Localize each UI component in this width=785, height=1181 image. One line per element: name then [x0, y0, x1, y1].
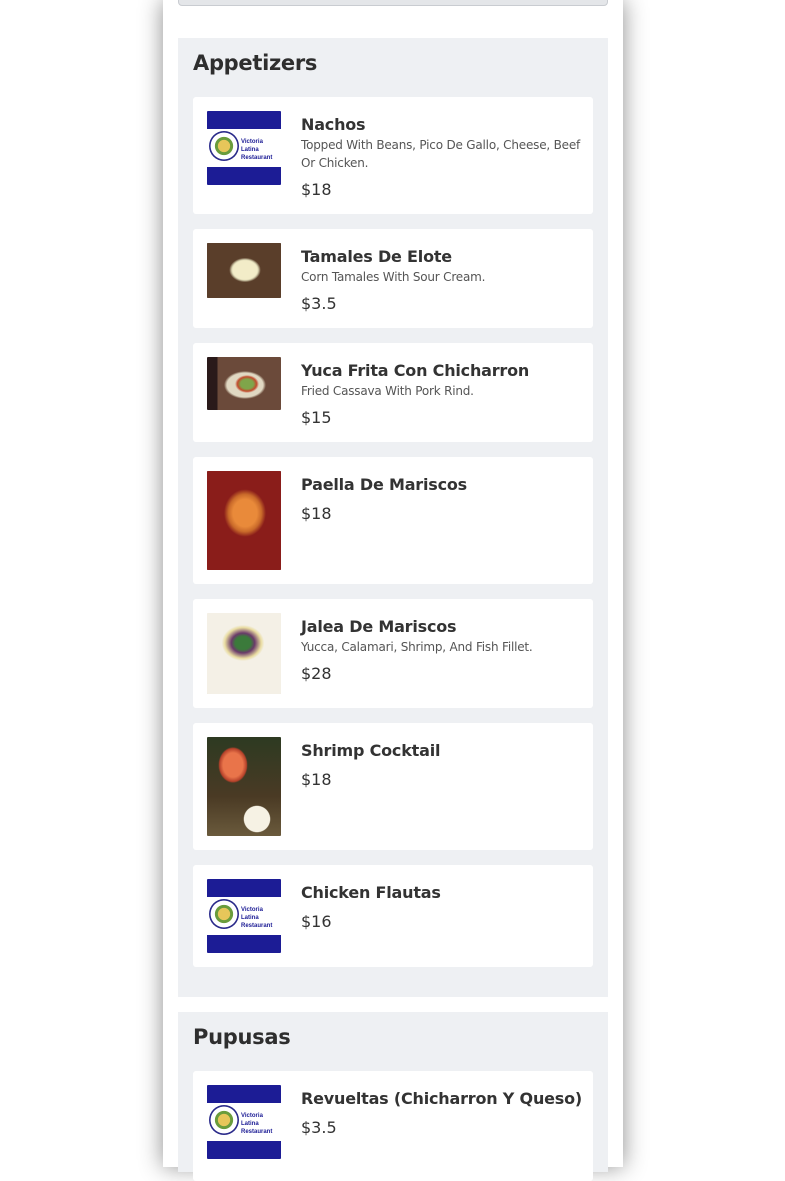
item-price: $15	[301, 408, 332, 427]
logo-text: Victoria Latina	[241, 1113, 263, 1127]
menu-section-pupusas: Pupusas Victoria Latina Restaurant Revuel…	[178, 1012, 608, 1181]
item-name: Tamales De Elote	[301, 247, 452, 266]
menu-item-shrimp-cocktail[interactable]: Shrimp Cocktail $18	[193, 723, 593, 850]
logo-text: Restaurant	[241, 155, 273, 161]
item-image-tamales	[207, 243, 281, 298]
menu-item-revueltas[interactable]: Victoria Latina Restaurant Revueltas (Chi…	[193, 1071, 593, 1181]
item-description: Topped With Beans, Pico De Gallo, Cheese…	[301, 138, 581, 170]
logo-text: Restaurant	[241, 1129, 273, 1135]
item-name: Jalea De Mariscos	[301, 617, 457, 636]
item-description: Yucca, Calamari, Shrimp, And Fish Fillet…	[301, 640, 533, 654]
item-image-yuca	[207, 357, 281, 410]
menu-item-chicken-flautas[interactable]: Victoria Latina Restaurant Chicken Flauta…	[193, 865, 593, 967]
item-name: Shrimp Cocktail	[301, 741, 441, 760]
item-price: $3.5	[301, 1118, 337, 1137]
item-price: $28	[301, 664, 332, 683]
section-title: Pupusas	[193, 1025, 291, 1049]
menu-item-paella[interactable]: Paella De Mariscos $18	[193, 457, 593, 584]
item-name: Paella De Mariscos	[301, 475, 468, 494]
menu-section-appetizers: Appetizers Victoria Latina Restaurant Nac…	[178, 38, 608, 997]
item-name: Chicken Flautas	[301, 883, 441, 902]
item-image-jalea	[207, 613, 281, 694]
item-price: $18	[301, 180, 332, 199]
menu-item-tamales[interactable]: Tamales De Elote Corn Tamales With Sour …	[193, 229, 593, 328]
menu-item-yuca[interactable]: Yuca Frita Con Chicharron Fried Cassava …	[193, 343, 593, 442]
item-name: Yuca Frita Con Chicharron	[301, 361, 530, 380]
item-name: Revueltas (Chicharron Y Queso)	[301, 1089, 583, 1108]
item-price: $18	[301, 504, 332, 523]
item-description: Corn Tamales With Sour Cream.	[301, 270, 486, 284]
item-price: $18	[301, 770, 332, 789]
item-price: $3.5	[301, 294, 337, 313]
search-bar[interactable]	[178, 0, 608, 6]
logo-text: Victoria Latina	[241, 907, 263, 921]
item-image-logo: Victoria Latina Restaurant	[207, 879, 281, 953]
logo-text: Victoria Latina	[241, 139, 263, 153]
item-image-logo: Victoria Latina Restaurant	[207, 111, 281, 185]
menu-page: Appetizers Victoria Latina Restaurant Nac…	[163, 0, 623, 1181]
menu-item-nachos[interactable]: Victoria Latina Restaurant Nachos Topped …	[193, 97, 593, 214]
menu-item-jalea[interactable]: Jalea De Mariscos Yucca, Calamari, Shrim…	[193, 599, 593, 708]
section-title: Appetizers	[193, 51, 318, 75]
item-description: Fried Cassava With Pork Rind.	[301, 384, 474, 398]
logo-text: Restaurant	[241, 923, 273, 929]
item-image-logo: Victoria Latina Restaurant	[207, 1085, 281, 1159]
item-price: $16	[301, 912, 332, 931]
item-image-paella	[207, 471, 281, 570]
item-image-shrimp	[207, 737, 281, 836]
item-name: Nachos	[301, 115, 366, 134]
